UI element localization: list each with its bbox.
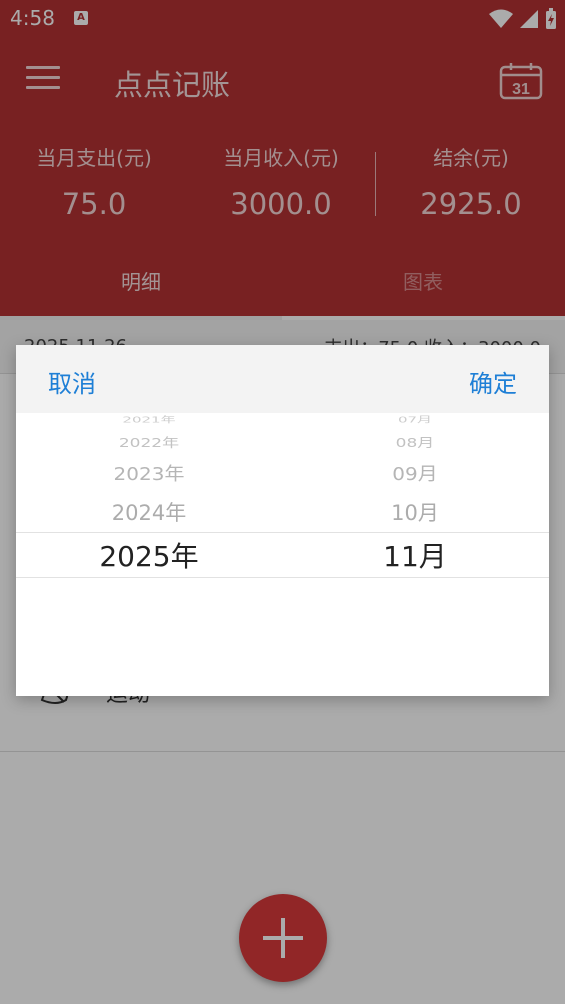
year-option[interactable]: 2023年: [16, 459, 282, 485]
month-option[interactable]: 08月: [282, 432, 548, 451]
year-option[interactable]: 2022年: [16, 432, 282, 451]
month-option[interactable]: 09月: [282, 459, 548, 485]
year-option[interactable]: 2024年: [16, 497, 282, 527]
selected-month[interactable]: 11月: [282, 535, 548, 575]
selection-bottom-line: [16, 577, 549, 578]
confirm-button[interactable]: 确定: [469, 364, 517, 399]
selection-top-line: [16, 532, 549, 533]
selected-year[interactable]: 2025年: [16, 535, 282, 575]
month-picker-dialog: 取消 确定 2021年 2022年 2023年 2024年 2025年 07月 …: [16, 345, 549, 696]
month-wheel[interactable]: 07月 08月 09月 10月 11月: [282, 413, 548, 696]
picker-wheels: 2021年 2022年 2023年 2024年 2025年 07月 08月 09…: [16, 413, 549, 696]
month-option[interactable]: 10月: [282, 497, 548, 527]
year-option[interactable]: 2021年: [16, 414, 282, 426]
cancel-button[interactable]: 取消: [48, 364, 96, 399]
dialog-header: 取消 确定: [16, 345, 549, 413]
year-wheel[interactable]: 2021年 2022年 2023年 2024年 2025年: [16, 413, 282, 696]
month-option[interactable]: 07月: [282, 414, 548, 426]
